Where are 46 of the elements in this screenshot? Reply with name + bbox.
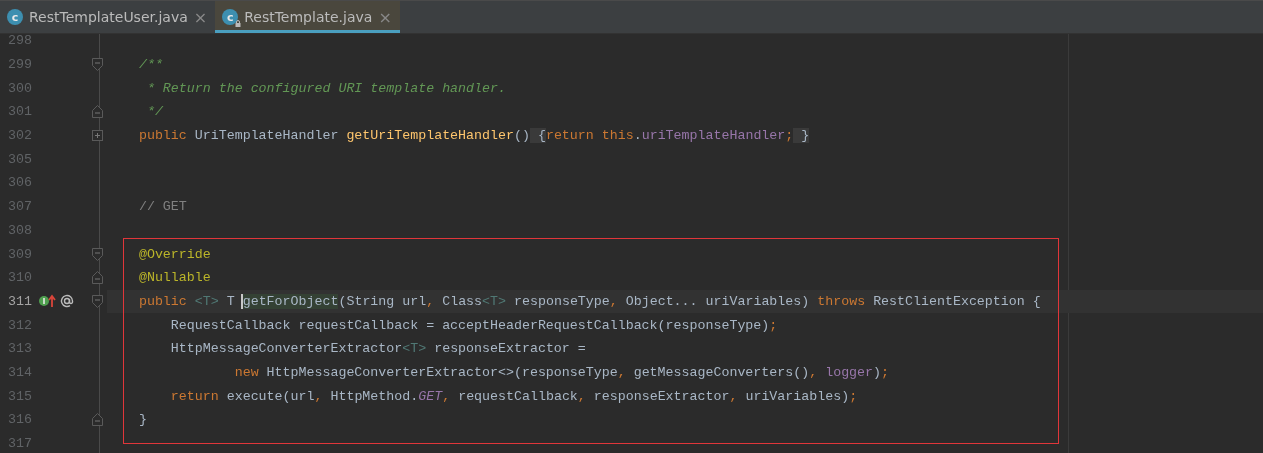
line-number: 316: [7, 412, 32, 428]
code-line: */: [145, 104, 163, 120]
line-number: 301: [7, 104, 32, 120]
close-button[interactable]: ×: [193, 7, 208, 27]
fold-marker-icon[interactable]: [92, 413, 103, 427]
line-number: 311: [7, 293, 32, 309]
fold-marker-icon[interactable]: [92, 271, 103, 285]
code-line: new HttpMessageConverterExtractor<>(responseType, getMessageConverters(), logger);: [233, 364, 889, 380]
class-file-icon: c: [222, 9, 239, 25]
code-line: }: [137, 412, 147, 428]
line-number: 307: [7, 199, 32, 215]
implements-arrow-icon[interactable]: [38, 294, 58, 309]
line-number: 317: [7, 436, 32, 452]
line-number: 305: [7, 151, 32, 167]
line-number: 308: [7, 222, 32, 238]
fold-marker-icon[interactable]: [92, 58, 103, 72]
line-number: 315: [7, 388, 32, 404]
code-line: public UriTemplateHandler getUriTemplateHandler() {return this.uriTemplateHandler; }: [137, 128, 810, 144]
code-line: // GET: [137, 199, 187, 215]
expand-icon[interactable]: [92, 130, 103, 142]
code-line: /**: [137, 57, 163, 73]
line-number: 298: [7, 33, 32, 49]
code-line: @Nullable: [137, 270, 211, 286]
code-line: @Override: [137, 246, 211, 262]
code-line: public <T> T getForObject(String url, Class<T> responseType, Object... uriVariables) throws RestClientException {: [137, 293, 1041, 309]
line-number: 306: [7, 175, 32, 191]
file-tab[interactable]: c RestTemplate.java ×: [215, 1, 400, 33]
line-number: 314: [7, 364, 32, 380]
line-number: 309: [7, 246, 32, 262]
code-line: return execute(url, HttpMethod.GET, requestCallback, responseExtractor, uriVariables);: [169, 388, 858, 404]
fold-marker-icon[interactable]: [92, 247, 103, 261]
fold-marker-icon[interactable]: [92, 294, 103, 308]
class-file-icon: c: [7, 9, 23, 25]
line-number: 302: [7, 128, 32, 144]
code-line: RequestCallback requestCallback = acceptHeaderRequestCallback(responseType);: [169, 317, 778, 333]
code-line: HttpMessageConverterExtractor<T> responseExtractor =: [169, 341, 586, 357]
line-number: 312: [7, 317, 32, 333]
line-number: 299: [7, 57, 32, 73]
file-tab[interactable]: c RestTemplateUser.java ×: [0, 1, 216, 33]
line-number: 300: [7, 80, 32, 96]
line-number: 313: [7, 341, 32, 357]
code-line: * Return the configured URI template handler.: [145, 80, 506, 96]
at-sign-icon[interactable]: [60, 294, 74, 309]
line-number: 310: [7, 270, 32, 286]
close-button[interactable]: ×: [378, 7, 392, 27]
fold-marker-icon[interactable]: [92, 105, 103, 119]
